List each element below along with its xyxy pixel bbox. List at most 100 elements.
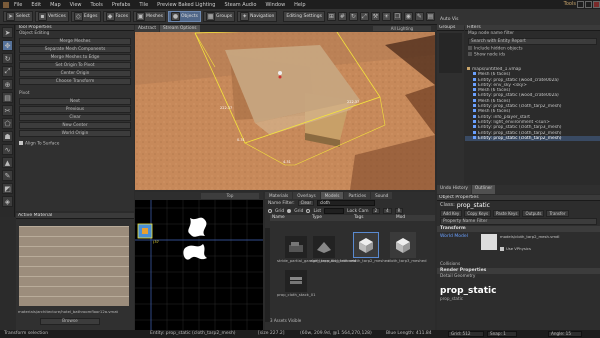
use-vphysics-option[interactable]: Use VPhysics — [500, 246, 597, 251]
flag-4-button[interactable]: 4 — [383, 208, 392, 214]
tab-models[interactable]: Models — [320, 192, 344, 199]
menu-help[interactable]: Help — [294, 2, 305, 8]
pivot-world-origin-button[interactable]: World Origin — [19, 130, 131, 137]
property-filter-input[interactable]: Property Name Filter — [440, 218, 597, 225]
menu-view[interactable]: View — [70, 2, 82, 8]
size-slider[interactable] — [324, 208, 345, 214]
center-origin-button[interactable]: Center Origin — [19, 70, 131, 77]
align-surface-option[interactable]: Align To Surface — [16, 141, 134, 147]
merge-meshes-button[interactable]: Merge Meshes — [19, 38, 131, 45]
show-node-checkbox[interactable] — [468, 52, 472, 56]
editing-settings-button[interactable]: Editing Settings — [283, 11, 325, 22]
mode-select-button[interactable]: ➤ Select — [3, 11, 33, 22]
groups-tab[interactable]: Groups — [437, 25, 464, 31]
grid-view-dropdown[interactable]: Top — [201, 193, 259, 199]
material-preview[interactable] — [19, 226, 129, 306]
asset-thumb[interactable] — [313, 236, 335, 258]
decal-tool-icon[interactable]: ◈ — [2, 196, 13, 207]
copy-keys-button[interactable]: Copy Keys — [464, 209, 492, 217]
paint-tool-icon[interactable]: ✎ — [2, 170, 13, 181]
mode-meshes-button[interactable]: ▣ Meshes — [133, 11, 167, 22]
lock-cam-label[interactable]: Lock Cam — [347, 209, 368, 214]
close-icon[interactable] — [593, 1, 600, 8]
class-value[interactable]: prop_static — [457, 202, 490, 209]
scale-tool-icon[interactable]: ⤢ — [2, 66, 13, 77]
overlay-tool-icon[interactable]: ◩ — [2, 183, 13, 194]
clip-tool-icon[interactable]: ✂ — [2, 105, 13, 116]
maximize-icon[interactable] — [585, 1, 592, 8]
asset-thumb[interactable] — [285, 236, 307, 258]
camera-icon[interactable]: ▤ — [425, 12, 435, 21]
snap-icon[interactable]: ⊞ — [326, 12, 336, 21]
mode-vertices-button[interactable]: ▪ Vertices — [34, 11, 69, 22]
grid-icon[interactable]: # — [337, 12, 347, 21]
menu-prefabs[interactable]: Prefabs — [112, 2, 131, 8]
entity-tool-icon[interactable]: ☗ — [2, 131, 13, 142]
world-model-value[interactable]: models/cloth_tarp2_mesh.vmdl — [500, 234, 597, 239]
asset-thumb[interactable] — [390, 232, 416, 258]
rotate-tool-icon[interactable]: ↻ — [2, 53, 13, 64]
light-icon[interactable]: ☀ — [381, 12, 391, 21]
tab-materials[interactable]: Materials — [265, 192, 293, 199]
tab-outliner[interactable]: Outliner — [471, 185, 496, 194]
column-tags[interactable]: Tags — [354, 215, 396, 221]
auto-vis-label[interactable]: Auto Vis — [440, 17, 458, 22]
outliner-tree[interactable]: maps/untitled_1.vmap Mesh (6 faces) Entity… — [465, 67, 600, 142]
mode-faces-button[interactable]: ◆ Faces — [102, 11, 132, 22]
tab-undo-history[interactable]: Undo History — [437, 185, 471, 194]
brush-icon[interactable]: ✎ — [414, 12, 424, 21]
snap-field[interactable]: Snap: 1 — [487, 331, 517, 337]
grid-radio-2[interactable] — [287, 209, 292, 213]
scale-icon[interactable]: ⤢ — [359, 12, 369, 21]
separate-mesh-button[interactable]: Separate Mesh Components — [19, 46, 131, 53]
entity-report-search[interactable]: Search with Entity Report — [468, 38, 597, 45]
menu-map[interactable]: Map — [50, 2, 61, 8]
display-mode-dropdown[interactable]: All Lighting — [373, 26, 431, 31]
menu-edit[interactable]: Edit — [31, 2, 41, 8]
browse-button[interactable]: Browse — [40, 318, 100, 325]
3d-viewport[interactable]: 222.37 222.37 4.31 0.31 — [135, 25, 435, 190]
tab-particles[interactable]: Particles — [344, 192, 371, 199]
menu-tools[interactable]: Tools — [91, 2, 103, 8]
add-key-button[interactable]: Add Key — [440, 209, 463, 217]
asset-thumb-selected[interactable] — [353, 232, 379, 258]
pivot-tool-icon[interactable]: ⊕ — [2, 79, 13, 90]
tab-stream-options[interactable]: Stream Options — [160, 25, 200, 32]
clear-filter-button[interactable]: Clear — [297, 200, 315, 206]
align-checkbox[interactable] — [19, 141, 23, 145]
select-tool-icon[interactable]: ➤ — [2, 27, 13, 38]
minimize-icon[interactable] — [577, 1, 584, 8]
grid-size-field[interactable]: Grid: 512 — [448, 331, 484, 337]
mode-groups-button[interactable]: ▦ Groups — [203, 11, 236, 22]
menu-file[interactable]: File — [14, 2, 22, 8]
flag-2-button[interactable]: 2 — [371, 208, 381, 214]
asset-thumb[interactable] — [285, 270, 307, 292]
pivot-next-button[interactable]: Next — [19, 98, 131, 105]
tools-brand[interactable]: Tools — [564, 1, 576, 7]
paste-keys-button[interactable]: Paste Keys — [493, 209, 521, 217]
asset-tree-strip[interactable] — [265, 228, 270, 322]
menu-preview-baked-lighting[interactable]: Preview Baked Lighting — [157, 2, 215, 8]
column-mod[interactable]: Mod — [396, 215, 426, 221]
block-tool-icon[interactable]: ▤ — [2, 92, 13, 103]
model-preview[interactable] — [481, 234, 497, 250]
tab-sound[interactable]: Sound — [371, 192, 393, 199]
pivot-new-center-button[interactable]: New Center — [19, 122, 131, 129]
path-tool-icon[interactable]: ∿ — [2, 144, 13, 155]
polygon-tool-icon[interactable]: ⬠ — [2, 118, 13, 129]
transfer-button[interactable]: Transfer — [546, 209, 569, 217]
grid-radio[interactable] — [268, 209, 272, 213]
column-type[interactable]: Type — [312, 215, 354, 221]
mode-navigation-button[interactable]: ✦ Navigation — [237, 11, 278, 22]
move-tool-icon[interactable]: ✥ — [2, 40, 13, 51]
cube-icon[interactable]: ❒ — [392, 12, 402, 21]
menu-steam-audio[interactable]: Steam Audio — [224, 2, 256, 8]
angle-field[interactable]: Angle: 15 — [548, 331, 582, 337]
tab-overlays[interactable]: Overlays — [293, 192, 320, 199]
outliner-item[interactable]: Entity: prop_static (cloth_tarp2_mesh) — [465, 135, 600, 142]
rotate-icon[interactable]: ↻ — [348, 12, 358, 21]
detail-geometry-label[interactable]: Detail Geometry — [437, 274, 600, 280]
pivot-previous-button[interactable]: Previous — [19, 106, 131, 113]
flag-r-button[interactable]: R — [394, 208, 404, 214]
tab-abstract[interactable]: Abstract — [135, 25, 160, 32]
